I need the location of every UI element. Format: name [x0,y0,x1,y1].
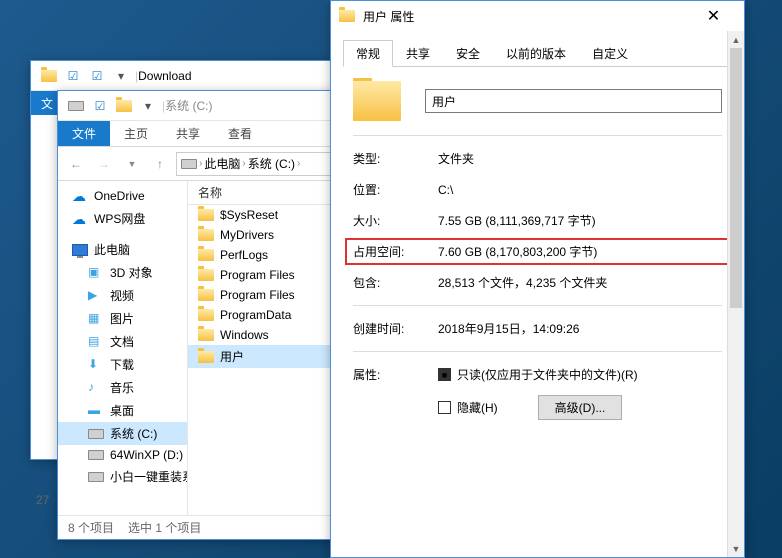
folder-icon [39,66,59,86]
tab-previous[interactable]: 以前的版本 [493,40,579,67]
chevron-right-icon[interactable]: › [242,158,245,169]
item-count: 8 个项目 [68,519,114,536]
vertical-scrollbar[interactable]: ▲ ▼ [727,31,744,557]
hidden-checkbox[interactable]: 隐藏(H) [438,399,498,416]
chevron-right-icon[interactable]: › [199,158,202,169]
tab-file[interactable]: 文件 [58,121,110,146]
video-icon: ▶ [88,288,104,304]
disk-icon [88,429,104,439]
music-icon: ♪ [88,380,104,396]
tree-item-music[interactable]: ♪音乐 [58,376,187,399]
download-icon: ⬇ [88,357,104,373]
tree-item-docs[interactable]: ▤文档 [58,330,187,353]
label-created: 创建时间: [353,320,438,337]
label-type: 类型: [353,150,438,167]
disk-icon [66,96,86,116]
properties-dialog: 用户 属性 ✕ 常规 共享 安全 以前的版本 自定义 类型:文件夹 位置:C:\… [330,0,745,558]
folder-icon [198,351,214,363]
label-size: 大小: [353,212,438,229]
value-type: 文件夹 [438,150,722,167]
tab-security[interactable]: 安全 [443,40,493,67]
checkbox-icon[interactable]: ☑ [87,66,107,86]
selection-count: 选中 1 个项目 [128,519,201,536]
close-button[interactable]: ✕ [691,2,736,30]
tree-item-3d[interactable]: ▣3D 对象 [58,261,187,284]
checkbox-icon: ■ [438,368,451,381]
tab-sharing[interactable]: 共享 [393,40,443,67]
folder-name-input[interactable] [425,89,722,113]
tree-item-onedrive[interactable]: ☁OneDrive [58,185,187,207]
dropdown-icon[interactable]: ▾ [138,96,158,116]
tree-item-cdrive[interactable]: 系统 (C:) [58,422,187,445]
tab-view[interactable]: 查看 [214,121,266,146]
checkbox-icon[interactable]: ☑ [90,96,110,116]
scroll-up-icon[interactable]: ▲ [728,31,744,48]
value-created: 2018年9月15日，14:09:26 [438,320,722,337]
folder-icon [198,269,214,281]
cube-icon: ▣ [88,265,104,281]
tree-item-reinstall[interactable]: 小白一键重装系 [58,465,187,488]
checkbox-icon[interactable]: ☑ [63,66,83,86]
dialog-title: 用户 属性 [363,8,691,25]
image-icon: ▦ [88,311,104,327]
disk-icon [181,159,197,169]
label-location: 位置: [353,181,438,198]
readonly-checkbox[interactable]: ■只读(仅应用于文件夹中的文件)(R) [438,366,722,383]
forward-button[interactable]: → [92,152,116,176]
recent-dropdown[interactable]: ▼ [120,152,144,176]
breadcrumb-segment[interactable]: 系统 (C:) [248,155,295,172]
titlebar[interactable]: 用户 属性 ✕ [331,1,744,31]
value-size: 7.55 GB (8,111,369,717 字节) [438,212,722,229]
advanced-button[interactable]: 高级(D)... [538,395,623,420]
cloud-icon: ☁ [72,188,88,204]
tree-item-downloads[interactable]: ⬇下载 [58,353,187,376]
tab-general[interactable]: 常规 [343,40,393,67]
value-location: C:\ [438,183,722,197]
item-count-partial: 27 [36,493,49,507]
up-button[interactable]: ↑ [148,152,172,176]
tree-item-pics[interactable]: ▦图片 [58,307,187,330]
label-attributes: 属性: [353,366,438,383]
folder-icon [198,309,214,321]
tree-item-wps[interactable]: ☁WPS网盘 [58,207,187,230]
disk-icon [88,450,104,460]
tab-share[interactable]: 共享 [162,121,214,146]
pc-icon [72,244,88,256]
scroll-down-icon[interactable]: ▼ [728,540,744,557]
label-size-on-disk: 占用空间: [353,243,438,260]
folder-icon [198,329,214,341]
folder-icon [198,209,214,221]
folder-icon [339,10,355,22]
nav-tree[interactable]: ☁OneDrive ☁WPS网盘 此电脑 ▣3D 对象 ▶视频 ▦图片 ▤文档 … [58,181,188,515]
disk-icon [88,472,104,482]
scroll-thumb[interactable] [730,48,742,308]
chevron-right-icon[interactable]: › [297,158,300,169]
breadcrumb-segment[interactable]: 此电脑 [204,155,240,172]
tab-customize[interactable]: 自定义 [579,40,641,67]
label-contains: 包含: [353,274,438,291]
folder-large-icon [353,81,401,121]
dropdown-icon[interactable]: ▾ [111,66,131,86]
tree-item-video[interactable]: ▶视频 [58,284,187,307]
value-contains: 28,513 个文件，4,235 个文件夹 [438,274,722,291]
folder-icon[interactable] [114,96,134,116]
tree-item-pc[interactable]: 此电脑 [58,238,187,261]
tree-item-ddrive[interactable]: 64WinXP (D:) [58,445,187,465]
checkbox-icon [438,401,451,414]
folder-icon [198,229,214,241]
desktop-icon: ▬ [88,403,104,419]
folder-icon [198,289,214,301]
doc-icon: ▤ [88,334,104,350]
value-size-on-disk: 7.60 GB (8,170,803,200 字节) [438,243,722,260]
cloud-icon: ☁ [72,211,88,227]
folder-icon [198,249,214,261]
back-button[interactable]: ← [64,152,88,176]
tab-strip: 常规 共享 安全 以前的版本 自定义 [343,39,732,67]
tree-item-desktop[interactable]: ▬桌面 [58,399,187,422]
tab-home[interactable]: 主页 [110,121,162,146]
